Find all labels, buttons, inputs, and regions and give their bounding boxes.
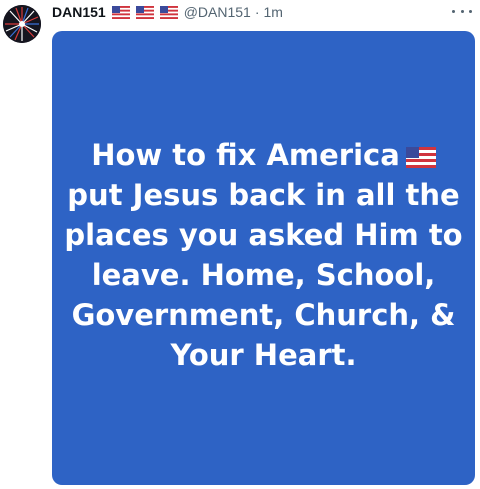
user-handle[interactable]: @DAN151 — [184, 4, 251, 20]
us-flag-icon — [111, 5, 130, 19]
image-text-line: put Jesus back in all the — [67, 178, 460, 212]
display-name[interactable]: DAN151 — [52, 4, 106, 20]
separator-dot: · — [254, 4, 260, 20]
image-text-line: leave. Home, School, — [91, 258, 436, 292]
image-text-line: Government, Church, & — [71, 298, 456, 332]
tweet-header: DAN151 @DAN151 · 1m — [52, 1, 283, 23]
image-text-line: How to fix America — [52, 135, 475, 175]
image-text: How to fix America put Jesus back in all… — [52, 135, 475, 375]
avatar[interactable] — [3, 5, 41, 43]
us-flag-icon — [135, 5, 154, 19]
tweet[interactable]: DAN151 @DAN151 · 1m How to fix America p… — [0, 0, 480, 489]
us-flag-icon — [405, 146, 436, 168]
image-text-line: places you asked Him to — [64, 218, 463, 252]
image-text-line: Your Heart. — [170, 338, 357, 372]
tweet-image[interactable]: How to fix America put Jesus back in all… — [52, 31, 475, 485]
timestamp[interactable]: 1m — [264, 4, 283, 20]
fireworks-avatar-icon — [3, 5, 41, 43]
us-flag-icon — [159, 5, 178, 19]
more-horizontal-icon[interactable] — [452, 4, 472, 18]
